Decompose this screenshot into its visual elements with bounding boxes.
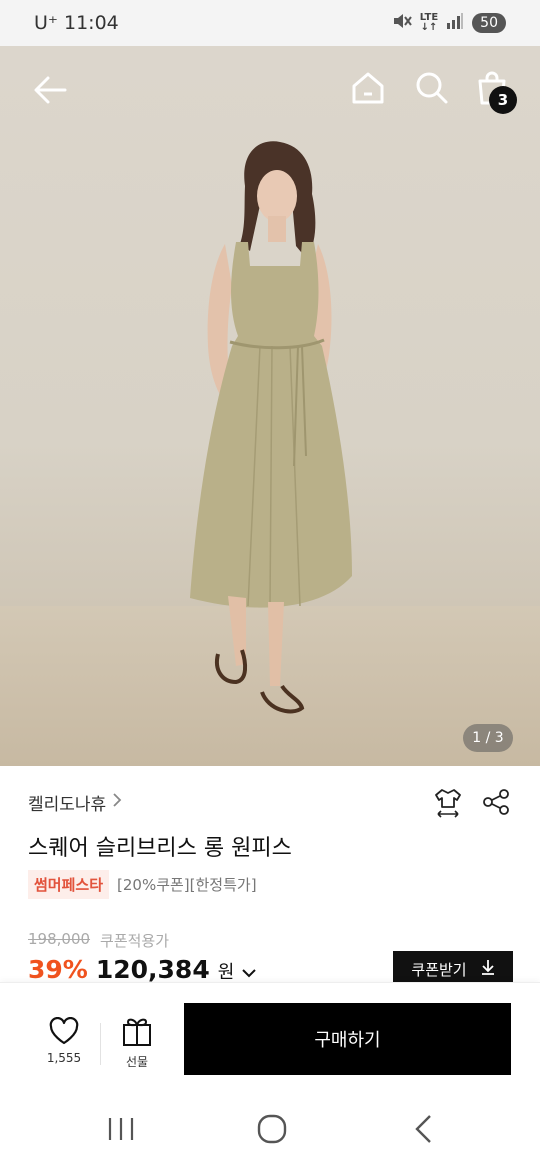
buy-button[interactable]: 구매하기 [184,1003,511,1075]
top-navigation [0,46,540,132]
product-title: 스퀘어 슬리브리스 롱 원피스 [28,836,292,861]
action-divider [100,1023,101,1065]
discount-rate: 39% [28,955,88,984]
model-illustration [190,141,352,714]
status-bar: U⁺ 11:04 LTE ↓↑ 50 [0,0,540,46]
bottom-action-bar: 1,555 선물 구매하기 [0,982,540,1090]
lte-icon: LTE ↓↑ [419,12,439,33]
gift-icon [121,1018,153,1051]
carrier-label: U⁺ [34,12,58,34]
coupon-applied-label: 쿠폰적용가 [100,932,170,950]
size-guide-icon[interactable] [434,788,462,822]
heart-icon [48,1016,80,1049]
promo-tag-text: [20%쿠폰][한정특가] [117,876,257,894]
original-price-row: 198,000 쿠폰적용가 [28,930,169,951]
gift-label: 선물 [125,1055,149,1069]
image-page-indicator: 1 / 3 [463,724,513,752]
sale-price: 120,384 [95,955,210,984]
status-icons: LTE ↓↑ 50 [392,12,506,34]
back-arrow-icon[interactable] [30,70,70,110]
battery-icon: 50 [472,13,506,33]
signal-icon [446,13,464,33]
search-icon[interactable] [412,68,452,108]
recent-apps-icon[interactable] [106,1116,136,1146]
currency-label: 원 [217,962,235,983]
home-icon[interactable] [348,68,388,108]
promo-tag: 썸머페스타 [28,870,110,899]
gift-button[interactable]: 선물 [110,1015,164,1070]
like-button[interactable]: 1,555 [34,1016,94,1065]
download-icon [481,959,495,979]
like-count: 1,555 [46,1051,82,1065]
status-left: U⁺ 11:04 [34,12,119,34]
home-circle-icon[interactable] [256,1114,288,1148]
product-image[interactable] [0,46,540,766]
share-icon[interactable] [482,788,510,822]
original-price: 198,000 [28,930,91,948]
system-navigation-bar [0,1090,540,1170]
clock: 11:04 [63,12,119,34]
mute-icon [392,12,412,34]
promo-tags: 썸머페스타 [20%쿠폰][한정특가] [28,870,257,899]
cart-count-badge: 3 [489,86,517,114]
brand-link[interactable]: 켈리도나휴 [28,790,122,815]
chevron-right-icon [112,792,122,813]
chevron-down-icon [242,963,256,982]
brand-name: 켈리도나휴 [28,795,107,815]
coupon-button-label: 쿠폰받기 [411,960,467,979]
nav-back-icon[interactable] [412,1114,434,1148]
product-tools [434,788,510,822]
